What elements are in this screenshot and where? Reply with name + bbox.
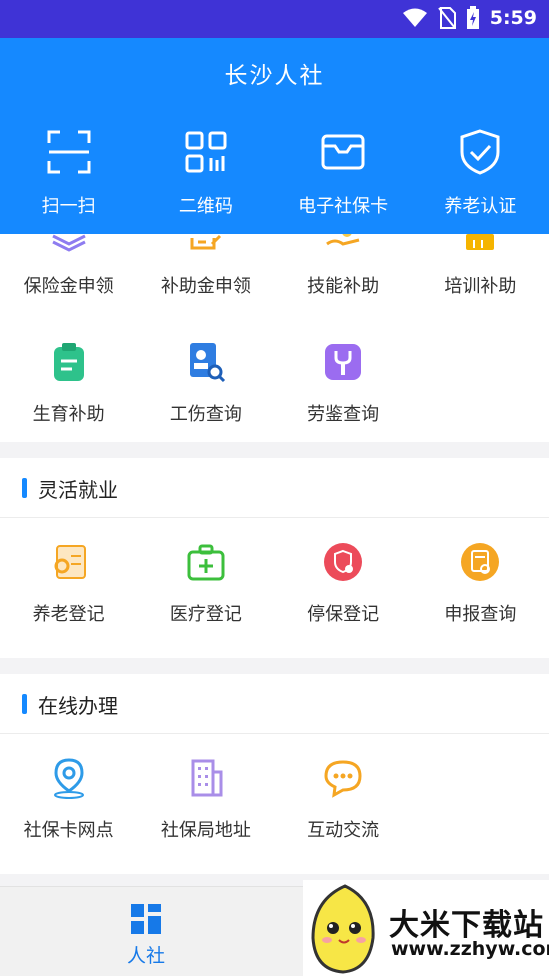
report-search-icon xyxy=(189,343,225,383)
no-sim-icon xyxy=(437,7,456,29)
subsidy-row-2: 生育补助 工伤查询 劳鉴查询 xyxy=(0,340,549,426)
insurance-claim-label: 保险金申领 xyxy=(23,276,114,297)
book-icon xyxy=(466,234,495,250)
skill-subsidy-item[interactable]: 技能补助 xyxy=(275,234,412,298)
medical-kit-icon xyxy=(187,544,225,581)
online-services-card: 在线办理 社保卡网点 社保局地址 互动交流 xyxy=(0,674,549,874)
quick-card-label: 电子社保卡 xyxy=(298,196,389,217)
maternity-subsidy-item[interactable]: 生育补助 xyxy=(0,340,137,426)
watermark-url: www.zzhyw.com xyxy=(391,938,549,960)
subsidy-row-1: 保险金申领 补助金申领 技能补助 培训补助 xyxy=(0,234,549,298)
card-outlet-item[interactable]: 社保卡网点 xyxy=(0,756,137,842)
flexible-row: 养老登记 医疗登记 停保登记 申报查询 xyxy=(0,540,549,626)
medical-register-label: 医疗登记 xyxy=(169,604,242,625)
clipboard-icon xyxy=(53,343,84,381)
mascot-logo-icon xyxy=(311,884,375,974)
tab-renshe-label: 人社 xyxy=(126,945,165,967)
flexible-section-header: 灵活就业 xyxy=(0,458,549,518)
skill-subsidy-label: 技能补助 xyxy=(307,276,380,297)
quick-card-button[interactable]: 电子社保卡 xyxy=(275,128,412,218)
page-title: 长沙人社 xyxy=(224,63,325,89)
bureau-address-item[interactable]: 社保局地址 xyxy=(137,756,274,842)
quick-qrcode-label: 二维码 xyxy=(178,196,233,217)
flexible-employment-card: 灵活就业 养老登记 医疗登记 停保登记 申报查询 xyxy=(0,458,549,658)
subsidy-card: 保险金申领 补助金申领 技能补助 培训补助 生育补助 工伤查询 劳鉴查询 xyxy=(0,234,549,442)
medical-register-item[interactable]: 医疗登记 xyxy=(137,540,274,626)
grid-icon xyxy=(131,904,161,934)
quick-auth-button[interactable]: 养老认证 xyxy=(412,128,549,218)
online-section-title: 在线办理 xyxy=(38,694,118,718)
injury-query-item[interactable]: 工伤查询 xyxy=(137,340,274,426)
app-header: 长沙人社 扫一扫 二维码 电子社保卡 养老认证 xyxy=(0,38,549,234)
qrcode-icon xyxy=(185,131,227,173)
quick-auth-label: 养老认证 xyxy=(444,196,517,217)
flexible-section-title: 灵活就业 xyxy=(38,478,118,502)
wrench-icon xyxy=(325,344,362,380)
card-icon xyxy=(321,134,365,170)
subsidy-claim-item[interactable]: 补助金申领 xyxy=(137,234,274,298)
battery-icon xyxy=(466,6,479,29)
form-icon xyxy=(190,234,221,250)
status-time: 5:59 xyxy=(489,7,537,29)
declare-query-label: 申报查询 xyxy=(444,604,517,625)
scan-icon xyxy=(47,130,91,174)
quick-scan-label: 扫一扫 xyxy=(41,196,96,217)
tab-renshe[interactable]: 人社 xyxy=(0,887,292,976)
stop-insurance-label: 停保登记 xyxy=(307,604,380,625)
elder-register-icon xyxy=(54,545,86,579)
maternity-subsidy-label: 生育补助 xyxy=(32,404,105,425)
quick-scan-button[interactable]: 扫一扫 xyxy=(0,128,137,218)
insurance-claim-item[interactable]: 保险金申领 xyxy=(0,234,137,298)
chat-icon xyxy=(324,760,362,798)
interaction-label: 互动交流 xyxy=(307,820,380,841)
training-subsidy-item[interactable]: 培训补助 xyxy=(412,234,549,298)
quick-qrcode-button[interactable]: 二维码 xyxy=(137,128,274,218)
watermark: 大米下载站 www.zzhyw.com xyxy=(303,880,549,976)
injury-query-label: 工伤查询 xyxy=(169,404,242,425)
pension-register-label: 养老登记 xyxy=(32,604,105,625)
labor-query-label: 劳鉴查询 xyxy=(307,404,380,425)
card-outlet-label: 社保卡网点 xyxy=(23,820,114,841)
section-accent-bar xyxy=(22,478,27,498)
bureau-address-label: 社保局地址 xyxy=(160,820,251,841)
section-accent-bar xyxy=(22,694,27,714)
layers-icon xyxy=(51,234,86,252)
online-row: 社保卡网点 社保局地址 互动交流 xyxy=(0,756,549,842)
pension-register-item[interactable]: 养老登记 xyxy=(0,540,137,626)
location-icon xyxy=(53,758,84,799)
labor-query-item[interactable]: 劳鉴查询 xyxy=(275,340,412,426)
interaction-item[interactable]: 互动交流 xyxy=(275,756,412,842)
building-icon xyxy=(191,759,223,797)
declare-query-icon xyxy=(461,543,500,581)
content-area[interactable]: 保险金申领 补助金申领 技能补助 培训补助 生育补助 工伤查询 劳鉴查询 灵活就… xyxy=(0,234,549,886)
stop-insurance-item[interactable]: 停保登记 xyxy=(275,540,412,626)
hand-coin-icon xyxy=(326,234,360,246)
status-bar: 5:59 xyxy=(0,0,549,38)
subsidy-claim-label: 补助金申领 xyxy=(160,276,251,297)
declare-query-item[interactable]: 申报查询 xyxy=(412,540,549,626)
status-icons: 5:59 xyxy=(402,6,537,30)
online-section-header: 在线办理 xyxy=(0,674,549,734)
quick-actions: 扫一扫 二维码 电子社保卡 养老认证 xyxy=(0,128,549,218)
shield-check-icon xyxy=(460,129,500,175)
stop-insurance-icon xyxy=(324,543,363,581)
training-subsidy-label: 培训补助 xyxy=(444,276,517,297)
wifi-icon xyxy=(402,8,427,27)
